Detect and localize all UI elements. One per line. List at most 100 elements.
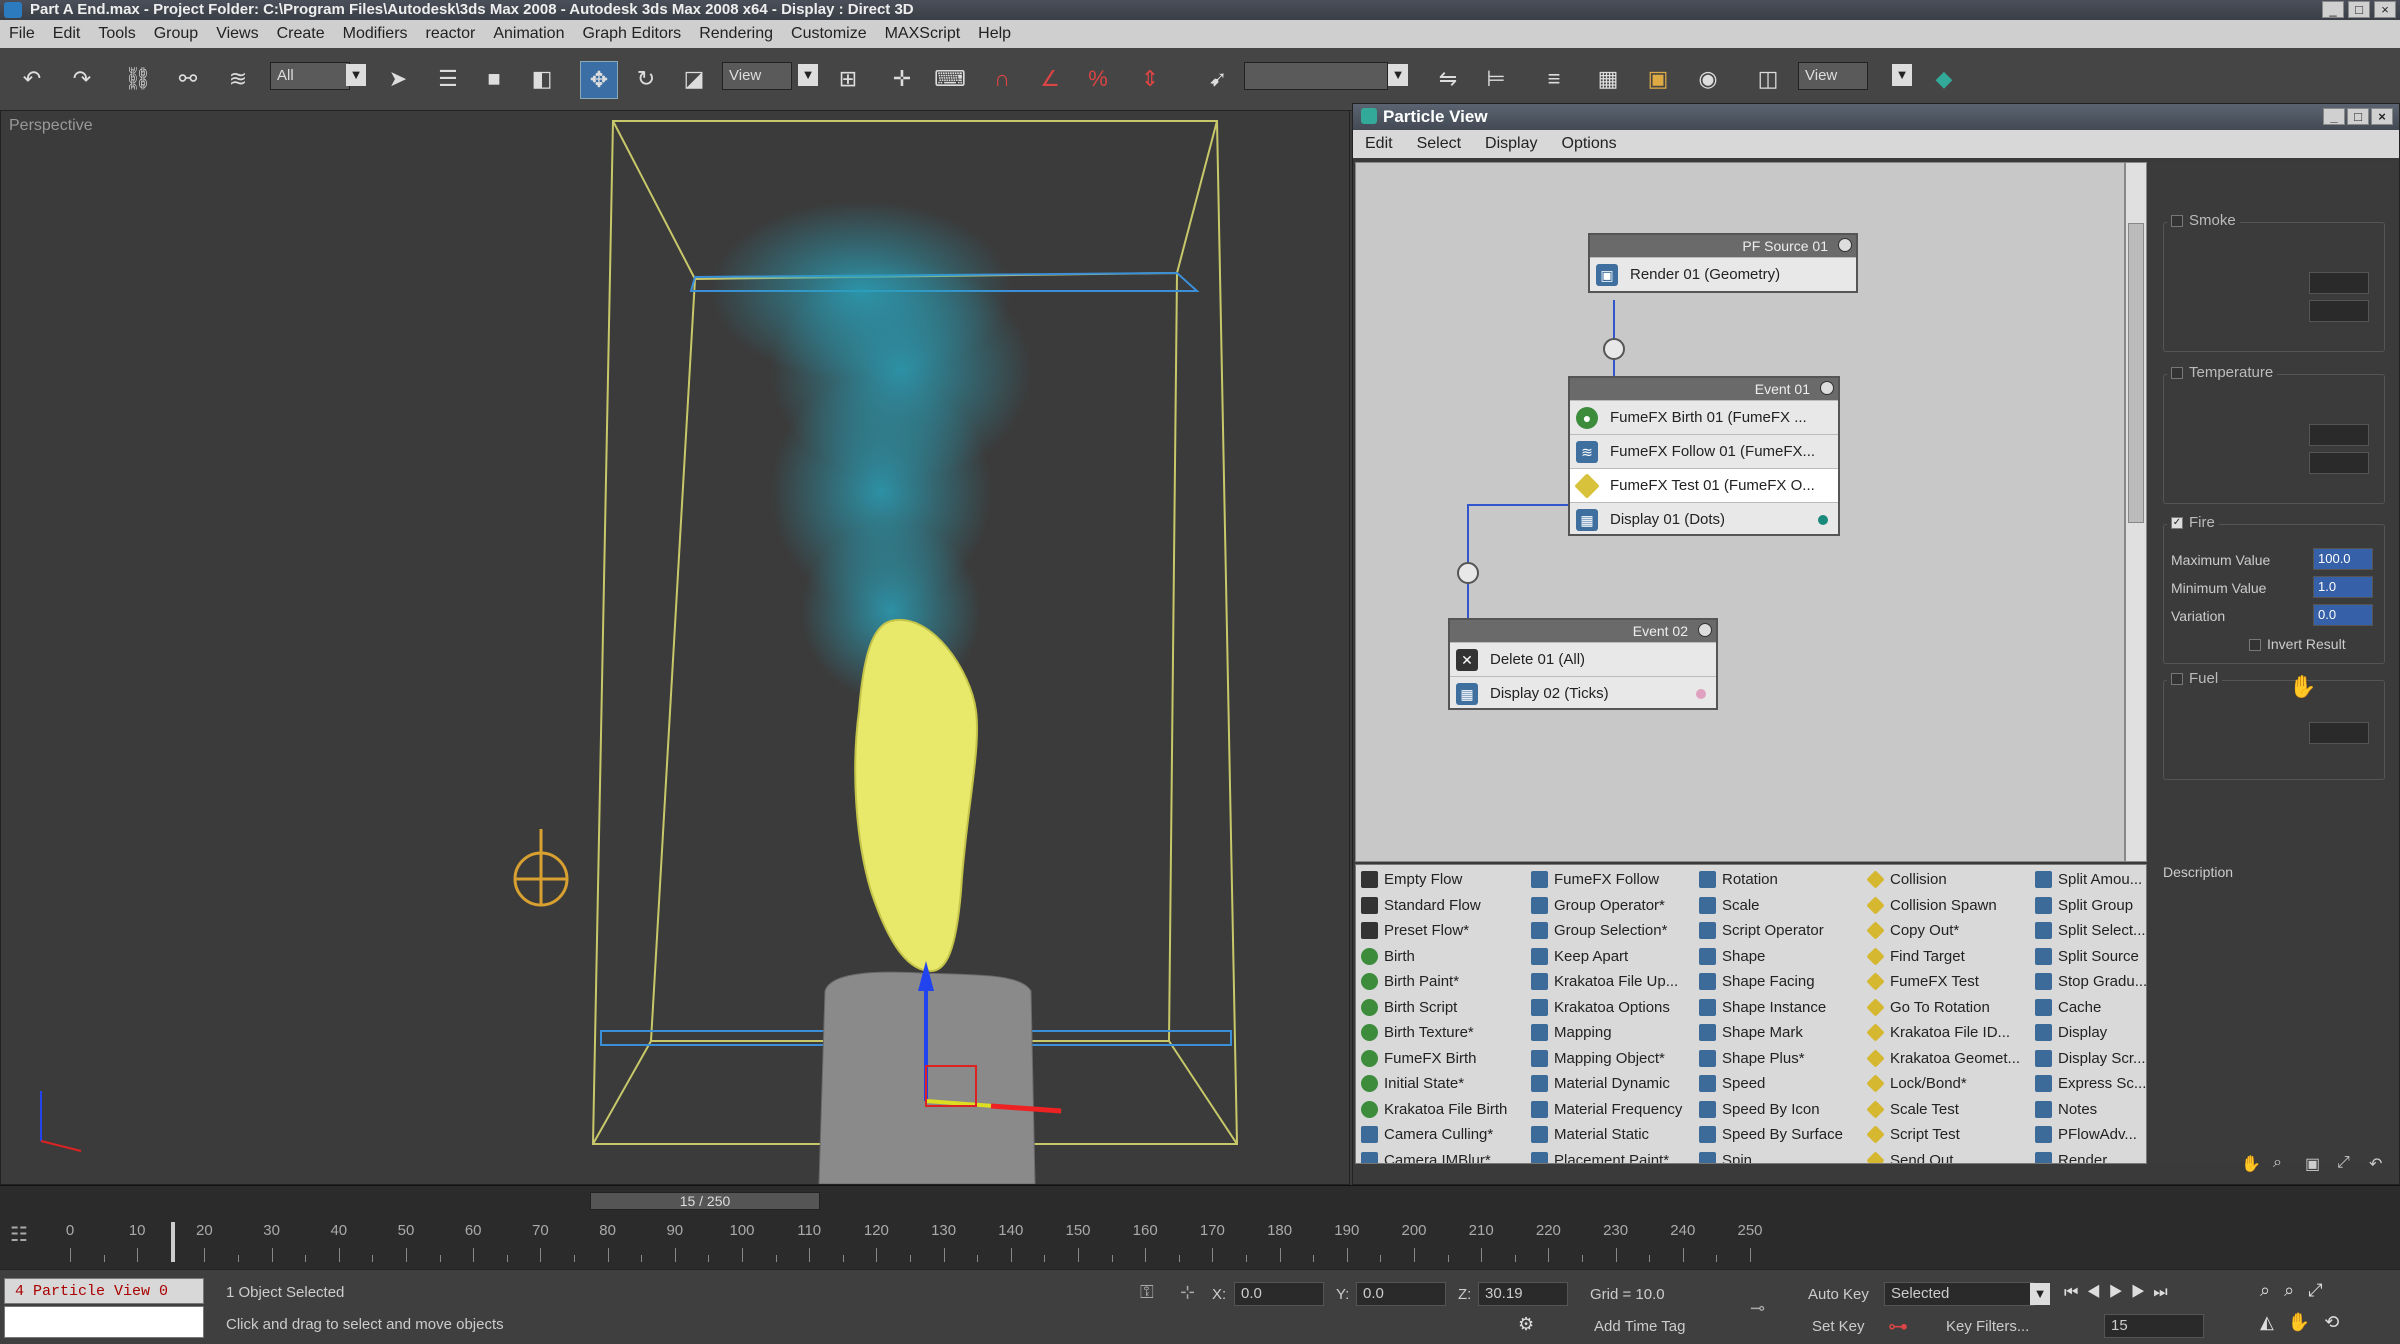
next-frame-icon[interactable]: ▶ — [2131, 1284, 2153, 1301]
depot-item[interactable]: Krakatoa File ID... — [1864, 1020, 2032, 1046]
event-01-node[interactable]: Event 01 ● FumeFX Birth 01 (FumeFX ... ≋ F… — [1568, 376, 1840, 536]
smoke-max-spinner[interactable] — [2309, 272, 2369, 294]
app-icon[interactable] — [4, 2, 22, 18]
open-mini-curve-editor-icon[interactable]: ☷ — [10, 1222, 50, 1256]
depot-item[interactable]: Material Dynamic — [1528, 1071, 1696, 1097]
redo-icon[interactable]: ↷ — [64, 61, 100, 97]
go-to-start-icon[interactable]: ⏮ — [2064, 1284, 2086, 1301]
pv-close-button[interactable]: × — [2371, 108, 2393, 125]
operator-row[interactable]: ▣ Render 01 (Geometry) — [1590, 257, 1856, 291]
selection-filter-dropdown[interactable]: All — [270, 62, 350, 90]
maximize-button[interactable]: □ — [2348, 1, 2370, 18]
depot-item[interactable]: Material Static — [1528, 1122, 1696, 1148]
menu-tools[interactable]: Tools — [89, 20, 144, 48]
align-icon[interactable]: ⊨ — [1478, 61, 1514, 97]
chevron-down-icon[interactable]: ▼ — [346, 64, 366, 86]
zoom-extents-icon[interactable]: ⤢ — [2337, 1154, 2350, 1172]
previous-frame-icon[interactable]: ◀ — [2086, 1284, 2108, 1301]
menu-reactor[interactable]: reactor — [417, 20, 485, 48]
zoom-all-icon[interactable]: ⌕ — [2284, 1280, 2308, 1300]
depot-item[interactable]: Preset Flow* — [1358, 918, 1526, 944]
operator-row[interactable]: ▦ Display 02 (Ticks) — [1450, 676, 1716, 710]
select-and-rotate-icon[interactable]: ↻ — [628, 61, 664, 97]
pf-source-header[interactable]: PF Source 01 — [1590, 235, 1856, 257]
time-tag-icon[interactable]: ⚙ — [1518, 1314, 1534, 1335]
pf-source-node[interactable]: PF Source 01 ▣ Render 01 (Geometry) — [1588, 233, 1858, 293]
pv-menu-select[interactable]: Select — [1405, 130, 1473, 158]
depot-item[interactable]: Krakatoa File Birth — [1358, 1097, 1526, 1123]
zoom-icon[interactable]: ⌕ — [2273, 1154, 2282, 1172]
current-frame-marker[interactable] — [170, 1222, 175, 1262]
select-manipulate-icon[interactable]: ✛ — [884, 61, 920, 97]
frame-ruler[interactable]: 0 10 20 30 40 50 60 70 80 90 100 110 120 130 140 150 160… — [66, 1222, 1840, 1262]
maxscript-mini-listener[interactable] — [4, 1306, 204, 1338]
fuel-checkbox[interactable] — [2171, 673, 2183, 686]
quick-render-icon[interactable]: ◆ — [1926, 61, 1962, 97]
depot-item[interactable]: Collision Spawn — [1864, 893, 2032, 919]
canvas-vertical-scrollbar[interactable] — [2125, 162, 2147, 862]
menu-graph-editors[interactable]: Graph Editors — [573, 20, 690, 48]
depot-item[interactable]: PFlowAdv... — [2032, 1122, 2146, 1148]
pv-minimize-button[interactable]: _ — [2323, 108, 2345, 125]
depot-item[interactable]: Birth — [1358, 944, 1526, 970]
absolute-mode-icon[interactable]: ⊹ — [1180, 1282, 1195, 1303]
pivot-center-icon[interactable]: ⊞ — [830, 61, 866, 97]
pan-view-icon[interactable]: ✋ — [2288, 1312, 2324, 1332]
depot-item[interactable]: Shape Facing — [1696, 969, 1864, 995]
depot-item[interactable]: Krakatoa Options — [1528, 995, 1696, 1021]
edit-named-selection-icon[interactable]: ➹ — [1200, 61, 1236, 97]
y-coordinate-field[interactable]: 0.0 — [1356, 1282, 1446, 1306]
select-object-icon[interactable]: ➤ — [380, 61, 416, 97]
node-toggle-icon[interactable] — [1820, 381, 1834, 395]
add-time-tag-button[interactable]: Add Time Tag — [1594, 1318, 1685, 1335]
display-color-swatch[interactable] — [1696, 689, 1706, 699]
depot-item[interactable]: Birth Paint* — [1358, 969, 1526, 995]
menu-animation[interactable]: Animation — [484, 20, 573, 48]
depot-item[interactable]: Shape — [1696, 944, 1864, 970]
zoom-region-icon[interactable]: ▣ — [2305, 1154, 2320, 1174]
menu-help[interactable]: Help — [969, 20, 1020, 48]
depot-item[interactable]: Initial State* — [1358, 1071, 1526, 1097]
undo-zoom-icon[interactable]: ↶ — [2369, 1154, 2382, 1174]
depot-item[interactable]: Script Operator — [1696, 918, 1864, 944]
bind-to-space-warp-icon[interactable]: ≋ — [220, 61, 256, 97]
test-row[interactable]: FumeFX Test 01 (FumeFX O... — [1570, 468, 1838, 502]
depot-item[interactable]: Shape Instance — [1696, 995, 1864, 1021]
mirror-icon[interactable]: ⇋ — [1430, 61, 1466, 97]
rectangular-selection-icon[interactable]: ■ — [476, 61, 512, 97]
depot-item[interactable]: Keep Apart — [1528, 944, 1696, 970]
depot-item[interactable]: Script Test — [1864, 1122, 2032, 1148]
chevron-down-icon[interactable]: ▼ — [1892, 64, 1912, 86]
menu-file[interactable]: File — [0, 20, 44, 48]
reference-coordinate-dropdown[interactable]: View — [722, 62, 792, 90]
depot-item[interactable]: Speed — [1696, 1071, 1864, 1097]
depot-item[interactable]: Standard Flow — [1358, 893, 1526, 919]
menu-views[interactable]: Views — [207, 20, 267, 48]
field-of-view-icon[interactable]: ◭ — [2260, 1312, 2288, 1332]
menu-create[interactable]: Create — [268, 20, 334, 48]
depot-item[interactable]: Birth Texture* — [1358, 1020, 1526, 1046]
operator-row[interactable]: ▦ Display 01 (Dots) — [1570, 502, 1838, 536]
depot-item[interactable]: Send Out — [1864, 1148, 2032, 1163]
depot-item[interactable]: Stop Gradu... — [2032, 969, 2146, 995]
depot-item[interactable]: Split Amou... — [2032, 867, 2146, 893]
event-02-header[interactable]: Event 02 — [1450, 620, 1716, 642]
depot-item[interactable]: Render — [2032, 1148, 2146, 1163]
depot-item[interactable]: Group Operator* — [1528, 893, 1696, 919]
depot-item[interactable]: FumeFX Test — [1864, 969, 2032, 995]
menu-group[interactable]: Group — [145, 20, 207, 48]
depot-item[interactable]: Cache — [2032, 995, 2146, 1021]
layer-manager-icon[interactable]: ≡ — [1536, 61, 1572, 97]
temperature-checkbox[interactable] — [2171, 367, 2183, 380]
unlink-icon[interactable]: ⚯ — [170, 61, 206, 97]
depot-item[interactable]: Scale — [1696, 893, 1864, 919]
smoke-checkbox[interactable] — [2171, 215, 2183, 228]
menu-modifiers[interactable]: Modifiers — [334, 20, 417, 48]
depot-item[interactable]: Krakatoa File Up... — [1528, 969, 1696, 995]
depot-item[interactable]: Rotation — [1696, 867, 1864, 893]
pv-menu-options[interactable]: Options — [1550, 130, 1629, 158]
smoke-min-spinner[interactable] — [2309, 300, 2369, 322]
chevron-down-icon[interactable]: ▼ — [1388, 64, 1408, 86]
depot-item[interactable]: Shape Plus* — [1696, 1046, 1864, 1072]
depot-item[interactable]: Go To Rotation — [1864, 995, 2032, 1021]
